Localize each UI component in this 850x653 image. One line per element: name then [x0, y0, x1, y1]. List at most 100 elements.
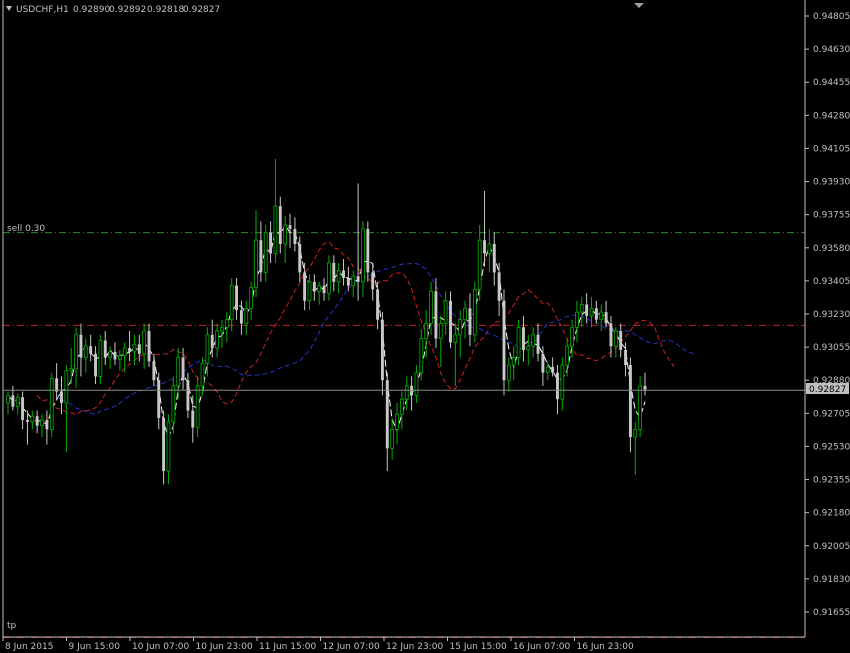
last-price-tag: 0.92827 — [806, 383, 849, 395]
candle-body — [25, 419, 29, 422]
candle-body — [132, 343, 137, 353]
candle-body — [176, 357, 181, 387]
candle-body — [60, 391, 63, 403]
candle-body — [166, 421, 171, 472]
candle-body — [556, 372, 559, 400]
candle-body — [64, 370, 69, 404]
candle-body — [604, 312, 608, 324]
symbol-label: USDCHF,H1 — [16, 5, 69, 15]
y-tick-label: 0.93930 — [813, 178, 850, 188]
high-value: 0.92892 — [109, 5, 146, 15]
candle-body — [235, 285, 239, 311]
candle-body — [541, 353, 545, 373]
candle-body — [6, 394, 10, 404]
candle-body — [585, 304, 589, 316]
candle-body — [79, 334, 83, 358]
x-tick-label: 9 Jun 15:00 — [69, 642, 121, 652]
candle-body — [103, 340, 107, 358]
candle-body — [98, 340, 103, 377]
low-value: 0.92818 — [147, 5, 184, 15]
candle-body — [497, 272, 501, 301]
candle-body — [45, 419, 49, 430]
x-tick-label: 16 Jun 07:00 — [513, 642, 570, 652]
candle-body — [536, 334, 540, 354]
candle-body — [565, 345, 570, 366]
candle-body — [624, 349, 628, 366]
candle-body — [312, 281, 316, 292]
candle-body — [322, 285, 326, 294]
candle-body — [15, 396, 20, 408]
sell-order-label[interactable]: sell 0.30 — [7, 224, 45, 234]
y-tick-label: 0.92530 — [813, 442, 850, 452]
candle-body — [346, 278, 350, 286]
candle-body — [142, 330, 147, 355]
candle-body — [113, 351, 117, 360]
candle-body — [171, 385, 176, 423]
candle-body — [511, 357, 516, 366]
candle-body — [619, 331, 623, 350]
candle-body — [400, 398, 404, 415]
candle-body — [371, 272, 375, 290]
last-price-value: 0.92827 — [809, 385, 846, 395]
candle-body — [395, 413, 399, 430]
candle-body — [560, 364, 565, 400]
candle-body — [376, 289, 380, 320]
candle-body — [269, 232, 273, 254]
candle-body — [628, 365, 632, 437]
candle-body — [351, 275, 356, 287]
candle-body — [288, 225, 292, 229]
candle-body — [570, 326, 574, 347]
x-tick-label: 12 Jun 07:00 — [323, 642, 380, 652]
candle-body — [254, 239, 258, 288]
candle-body — [516, 326, 521, 358]
candle-body — [361, 228, 365, 283]
y-tick-label: 0.92005 — [813, 542, 850, 552]
candle-body — [224, 319, 229, 328]
candle-body — [506, 364, 511, 381]
candle-body — [117, 355, 122, 360]
y-tick-label: 0.93055 — [813, 343, 850, 353]
candle-body — [215, 330, 219, 349]
candle-body — [463, 307, 467, 321]
candle-body — [483, 240, 486, 254]
candle-body — [191, 410, 195, 428]
candle-body — [390, 429, 395, 449]
candle-body — [283, 224, 288, 245]
y-tick-label: 0.93580 — [813, 244, 850, 254]
y-tick-label: 0.94455 — [813, 78, 850, 88]
candle-body — [69, 368, 74, 372]
candle-body — [21, 397, 25, 420]
candle-body — [122, 347, 127, 357]
y-tick-label: 0.91655 — [813, 608, 850, 618]
x-tick-label: 8 Jun 2015 — [5, 642, 53, 652]
candle-body — [332, 262, 336, 282]
tp-label[interactable]: tp — [7, 621, 17, 631]
price-chart[interactable]: 0.94805 0.94630 0.94455 0.94280 0.94105 0.939… — [0, 0, 850, 653]
y-tick-label: 0.94105 — [813, 144, 850, 154]
candle-body — [551, 366, 555, 373]
open-value: 0.92890 — [73, 5, 110, 15]
candle-body — [89, 346, 93, 354]
y-tick-label: 0.92180 — [813, 509, 850, 519]
candle-body — [526, 345, 531, 351]
candle-body — [278, 206, 282, 244]
candle-body — [220, 326, 224, 332]
candle-body — [492, 243, 496, 273]
candle-body — [380, 319, 384, 381]
candle-body — [186, 380, 190, 411]
candle-body — [575, 311, 579, 328]
candle-body — [449, 300, 452, 343]
candle-body — [453, 334, 458, 343]
candle-body — [40, 419, 44, 427]
candle-body — [317, 285, 322, 292]
candle-body — [468, 308, 472, 335]
candle-body — [249, 287, 253, 309]
x-tick-label: 10 Jun 07:00 — [132, 642, 189, 652]
x-tick-label: 15 Jun 15:00 — [450, 642, 507, 652]
candle-body — [434, 291, 438, 339]
chart-header: USDCHF,H1 0.92890 0.92892 0.92818 0.9282… — [6, 5, 220, 15]
candle-body — [633, 429, 638, 438]
candle-body — [531, 334, 536, 347]
candle-body — [229, 285, 234, 321]
candle-body — [342, 270, 345, 279]
